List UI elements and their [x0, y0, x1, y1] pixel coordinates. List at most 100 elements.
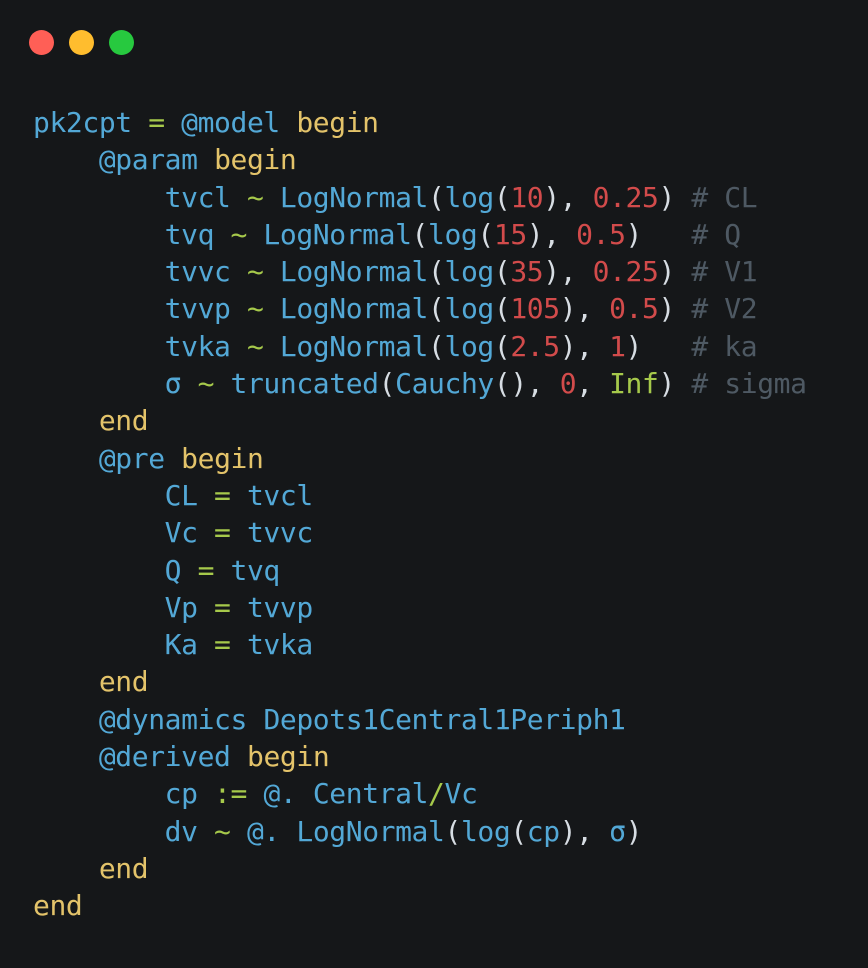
code-token-ident: tvq: [164, 217, 215, 251]
code-token-op: =: [197, 516, 247, 550]
code-token-num: 0.5: [609, 292, 659, 326]
code-window: pk2cpt = @model begin @param begin tvcl …: [0, 0, 868, 968]
code-token-num: 10: [510, 180, 544, 214]
code-line: tvcl ~ LogNormal(log(10), 0.25) # CL: [33, 179, 807, 216]
close-button[interactable]: [29, 30, 54, 55]
code-token-ident: tvvc: [164, 255, 231, 289]
code-token-punct: ): [658, 292, 675, 326]
code-token-ident: @param: [98, 143, 198, 177]
code-token-op: ~: [214, 217, 264, 251]
code-token-ident: @model: [181, 106, 280, 139]
code-token-ident: cp: [526, 814, 560, 848]
code-line: tvq ~ LogNormal(log(15), 0.5) # Q: [33, 216, 807, 253]
code-token-ident: tvvp: [164, 292, 231, 326]
code-token-comment: # V2: [674, 292, 758, 326]
code-token-ident: log: [444, 292, 494, 326]
code-line: Vc = tvvc: [33, 514, 807, 551]
code-token-num: 0.25: [592, 255, 659, 289]
code-token-op: :=: [197, 777, 264, 811]
code-token-op: /: [428, 777, 445, 811]
code-token-op: ~: [181, 367, 231, 401]
code-token-op: =: [197, 478, 247, 512]
code-token-ident: Vc: [164, 516, 198, 550]
code-token-punct: ): [658, 255, 675, 289]
code-token-ident: LogNormal: [279, 292, 429, 326]
code-token-keyword: begin: [246, 740, 330, 774]
code-token-ident: pk2cpt: [33, 106, 132, 139]
code-token-ident: CL: [164, 478, 198, 512]
code-token-punct: ),: [559, 814, 610, 848]
maximize-button[interactable]: [109, 30, 134, 55]
code-token-punct: ): [625, 814, 643, 848]
code-token-num: 0: [559, 367, 577, 401]
code-token-punct: ,: [576, 367, 610, 401]
code-token-punct: ),: [543, 255, 593, 289]
code-token-ident: tvcl: [164, 180, 231, 214]
code-token-keyword: begin: [181, 441, 264, 475]
code-token-keyword: end: [98, 404, 149, 438]
code-token-keyword: begin: [296, 106, 379, 139]
code-token-punct: (: [428, 329, 445, 363]
code-token-punct: ): [625, 329, 643, 363]
code-token-ident: LogNormal: [279, 329, 429, 363]
code-token-op: =: [131, 106, 182, 139]
code-token-ident: LogNormal: [263, 217, 412, 251]
code-token-op: ~: [230, 180, 280, 214]
code-token-ident: log: [428, 217, 478, 251]
code-token-punct: (: [411, 217, 429, 251]
code-line: end: [33, 850, 807, 887]
code-token-op: =: [197, 590, 247, 624]
code-token-punct: ),: [526, 217, 577, 251]
code-line: @pre begin: [33, 440, 807, 477]
code-line: CL = tvcl: [33, 477, 807, 514]
code-token-op: Inf: [609, 367, 659, 401]
code-token-ident: Cauchy: [395, 367, 494, 401]
code-token-comment: # Q: [642, 217, 741, 251]
code-token-ident: tvq: [230, 553, 281, 587]
code-token-ident: tvvc: [246, 516, 313, 550]
code-token-ident: dv: [164, 814, 198, 848]
code-token-comment: # sigma: [674, 367, 807, 401]
code-token-punct: (: [493, 329, 511, 363]
code-token-op: ~: [230, 329, 280, 363]
code-token-keyword: begin: [214, 143, 297, 177]
code-token-op: ~: [230, 255, 280, 289]
code-line: end: [33, 402, 807, 439]
code-line: Vp = tvvp: [33, 589, 807, 626]
code-line: σ ~ truncated(Cauchy(), 0, Inf) # sigma: [33, 365, 807, 402]
code-line: cp := @. Central/Vc: [33, 775, 807, 812]
code-token-comment: # ka: [642, 329, 758, 363]
code-token-ident: LogNormal: [279, 180, 429, 214]
code-token-op: =: [181, 553, 231, 587]
code-token-punct: ),: [559, 329, 610, 363]
code-token-keyword: end: [98, 665, 149, 699]
code-token-ident: @.: [246, 814, 280, 848]
code-token-comment: # CL: [674, 180, 758, 214]
minimize-button[interactable]: [69, 30, 94, 55]
code-token-punct: (: [428, 292, 445, 326]
code-token-num: 0.5: [576, 217, 626, 251]
code-line: pk2cpt = @model begin: [33, 104, 807, 141]
code-token-ident: LogNormal: [296, 814, 445, 848]
code-line: tvvp ~ LogNormal(log(105), 0.5) # V2: [33, 290, 807, 327]
code-line: @dynamics Depots1Central1Periph1: [33, 701, 807, 738]
code-token-op: ~: [230, 292, 280, 326]
code-token-op: =: [197, 628, 247, 662]
code-token-ident: Vp: [164, 590, 198, 624]
